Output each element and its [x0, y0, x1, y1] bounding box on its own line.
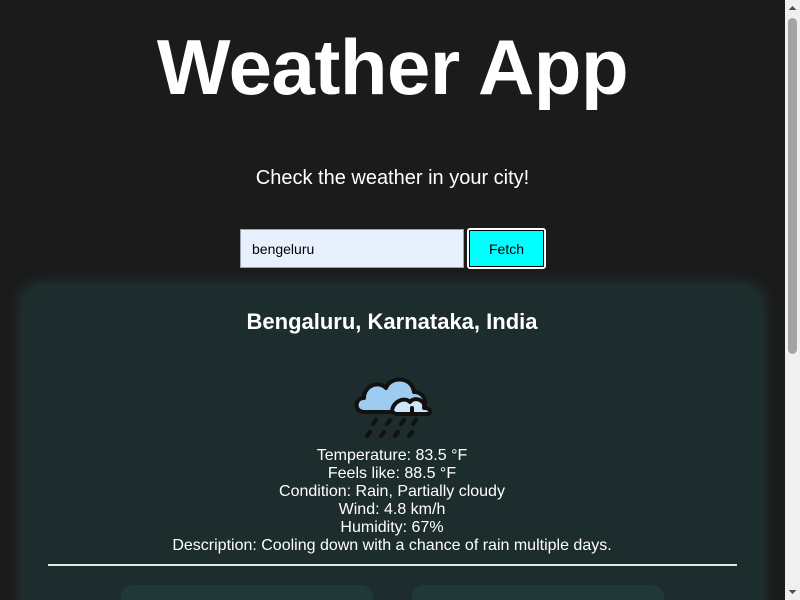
humidity-text: Humidity: 67% — [340, 519, 444, 536]
forecast-card — [121, 585, 373, 600]
app-subtitle: Check the weather in your city! — [255, 167, 530, 189]
description-text: Description: Cooling down with a chance … — [172, 537, 612, 554]
fetch-button[interactable]: Fetch — [467, 228, 546, 269]
temperature-text: Temperature: 83.5 °F — [316, 447, 468, 464]
vertical-scrollbar[interactable] — [785, 0, 800, 600]
feels-like-text: Feels like: 88.5 °F — [327, 465, 457, 482]
condition-text: Condition: Rain, Partially cloudy — [279, 483, 505, 500]
app-page: Weather App Check the weather in your ci… — [0, 0, 785, 600]
forecast-card — [412, 585, 664, 600]
wind-text: Wind: 4.8 km/h — [338, 501, 446, 518]
app-title: Weather App — [156, 23, 629, 111]
scrollbar-thumb[interactable] — [788, 18, 797, 354]
scroll-down-icon[interactable] — [785, 583, 800, 600]
weather-details: Temperature: 83.5 °F Feels like: 88.5 °F… — [24, 447, 760, 555]
location-heading: Bengaluru, Karnataka, India — [246, 309, 538, 334]
city-search-input[interactable] — [240, 229, 464, 268]
scroll-up-icon[interactable] — [785, 0, 800, 17]
divider — [48, 564, 737, 566]
rain-cloud-icon — [354, 377, 433, 438]
